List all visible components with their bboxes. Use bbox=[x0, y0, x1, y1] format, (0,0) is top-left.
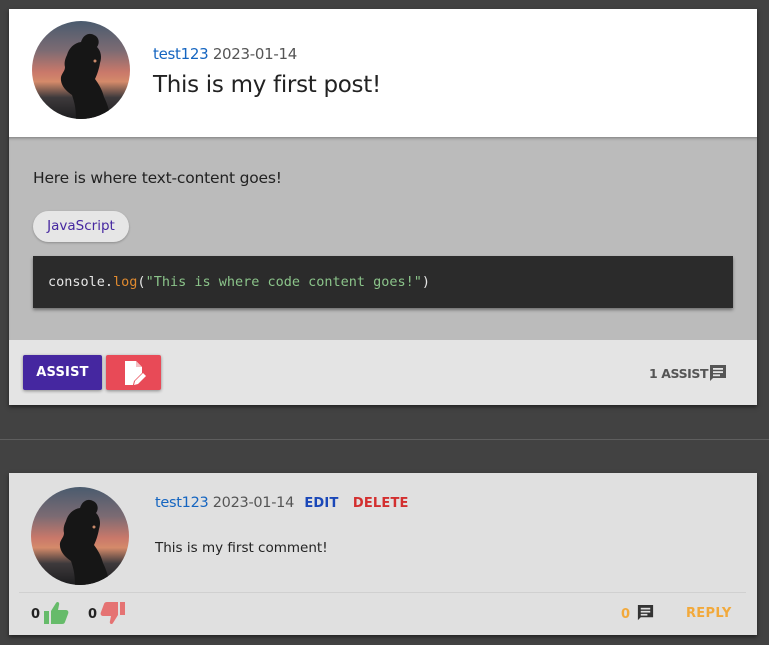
edit-comment-button[interactable]: EDIT bbox=[304, 496, 338, 511]
delete-comment-button[interactable]: DELETE bbox=[353, 496, 409, 511]
comment-avatar[interactable] bbox=[31, 487, 129, 585]
post-text: Here is where text-content goes! bbox=[33, 169, 282, 187]
code-string: "This is where code content goes!" bbox=[145, 274, 422, 290]
post-meta: test123 2023-01-14 bbox=[153, 45, 297, 63]
comment-divider bbox=[19, 592, 746, 593]
downvote-count: 0 bbox=[88, 607, 98, 622]
code-method: log bbox=[113, 274, 138, 290]
post-title: This is my first post! bbox=[153, 72, 381, 98]
post-card: test123 2023-01-14 This is my first post… bbox=[9, 9, 757, 405]
section-divider bbox=[0, 439, 769, 440]
thumbs-down-icon[interactable] bbox=[100, 601, 126, 629]
comment-meta: test123 2023-01-14 EDIT DELETE bbox=[155, 495, 409, 511]
post-body: Here is where text-content goes! JavaScr… bbox=[9, 137, 757, 340]
post-header: test123 2023-01-14 This is my first post… bbox=[9, 9, 757, 137]
reply-button[interactable]: REPLY bbox=[686, 606, 732, 621]
code-close: ) bbox=[421, 274, 431, 290]
language-chip[interactable]: JavaScript bbox=[33, 211, 129, 242]
code-prefix: console. bbox=[48, 274, 114, 290]
comment-icon[interactable] bbox=[708, 364, 728, 388]
avatar[interactable] bbox=[32, 21, 130, 119]
code-block: console.log("This is where code content … bbox=[33, 256, 733, 308]
post-date: 2023-01-14 bbox=[212, 45, 297, 63]
assist-count[interactable]: 1 ASSIST bbox=[649, 366, 709, 381]
comment-date: 2023-01-14 bbox=[212, 495, 295, 511]
post-author-link[interactable]: test123 bbox=[153, 45, 209, 63]
upvote-count: 0 bbox=[31, 607, 41, 622]
comment-author-link[interactable]: test123 bbox=[155, 495, 209, 511]
thumbs-up-icon[interactable] bbox=[43, 601, 69, 629]
post-actions: ASSIST 1 ASSIST bbox=[9, 340, 757, 405]
reply-count: 0 bbox=[621, 607, 631, 622]
code-open: ( bbox=[137, 274, 146, 290]
comment-icon[interactable] bbox=[636, 604, 655, 627]
edit-post-button[interactable] bbox=[106, 355, 161, 390]
comment-text: This is my first comment! bbox=[155, 540, 328, 556]
assist-button[interactable]: ASSIST bbox=[23, 355, 102, 390]
comment-card: test123 2023-01-14 EDIT DELETE This is m… bbox=[9, 473, 757, 635]
